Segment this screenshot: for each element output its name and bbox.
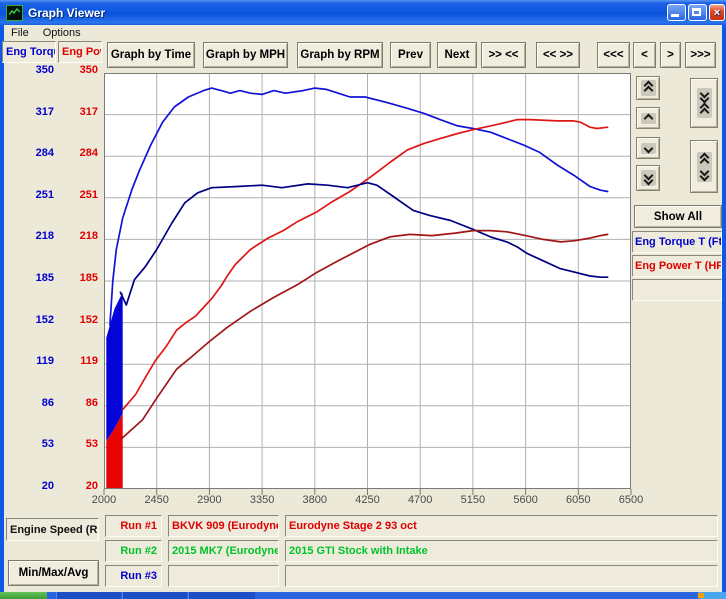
x-axis-title: Engine Speed (RPM — [6, 518, 99, 541]
dyno-chart — [104, 73, 631, 489]
taskbar-task-button[interactable] — [122, 592, 187, 599]
x-axis-tick-label: 5150 — [447, 494, 499, 506]
run-2-description-field[interactable]: 2015 GTI Stock with Intake — [285, 540, 718, 562]
menu-options[interactable]: Options — [36, 27, 88, 39]
y-axis-power-tick-label: 20 — [60, 480, 98, 493]
y-axis-power-tick-label: 251 — [60, 189, 98, 202]
scroll-up-fast-button[interactable] — [636, 76, 660, 100]
y-axis-power-tick-label: 350 — [60, 64, 98, 77]
run-1-description-field[interactable]: Eurodyne Stage 2 93 oct — [285, 515, 718, 537]
y-axis-power-tick-label: 86 — [60, 397, 98, 410]
graph-by-mph-button[interactable]: Graph by MPH — [203, 42, 288, 68]
y-axis-power-tick-label: 185 — [60, 272, 98, 285]
zoom-out-x-button[interactable]: << >> — [536, 42, 580, 68]
scroll-far-right-button[interactable]: >>> — [685, 42, 716, 68]
x-axis-tick-label: 3800 — [289, 494, 341, 506]
minimize-button[interactable] — [667, 4, 686, 21]
run-3-file-field[interactable] — [168, 565, 279, 587]
x-axis-tick-label: 2900 — [183, 494, 235, 506]
maximize-button[interactable] — [688, 4, 707, 21]
y-axis-power-tick-label: 53 — [60, 438, 98, 451]
taskbar-task-button[interactable] — [56, 592, 121, 599]
x-axis-tick-label: 4250 — [342, 494, 394, 506]
y-axis-torque-tick-label: 152 — [12, 314, 54, 327]
y-axis-torque-tick-label: 218 — [12, 230, 54, 243]
next-button[interactable]: Next — [437, 42, 477, 68]
title-bar: Graph Viewer × — [0, 0, 726, 25]
window-border-left — [0, 25, 4, 592]
double-down-chevron-icon — [641, 170, 656, 186]
show-all-button[interactable]: Show All — [634, 205, 722, 228]
collapse-chevrons-icon — [697, 88, 712, 118]
run-2-file-field[interactable]: 2015 MK7 (Eurodyne, E — [168, 540, 279, 562]
up-chevron-icon — [641, 113, 656, 124]
legend-item-torque[interactable]: Eng Torque T (Ft-Lb — [632, 231, 722, 253]
power-axis-header: Eng Powe — [58, 41, 102, 63]
start-button[interactable] — [0, 592, 47, 599]
min-max-avg-button[interactable]: Min/Max/Avg — [8, 560, 99, 586]
x-axis-tick-label: 6500 — [605, 494, 657, 506]
minimize-icon — [671, 14, 679, 17]
graph-by-time-button[interactable]: Graph by Time — [107, 42, 195, 68]
graph-viewer-window: Graph Viewer × File Options Eng Torqu En… — [0, 0, 726, 599]
y-axis-torque-tick-label: 53 — [12, 438, 54, 451]
window-border-right — [722, 25, 726, 592]
x-axis-tick-label: 5600 — [500, 494, 552, 506]
graph-by-rpm-button[interactable]: Graph by RPM — [297, 42, 383, 68]
run-3-description-field[interactable] — [285, 565, 718, 587]
close-icon: × — [710, 5, 724, 20]
y-axis-torque-tick-label: 317 — [12, 106, 54, 119]
run-label-3: Run #3 — [105, 565, 162, 587]
scroll-right-button[interactable]: > — [660, 42, 681, 68]
scroll-up-button[interactable] — [636, 107, 660, 129]
x-axis-tick-label: 2450 — [131, 494, 183, 506]
y-axis-torque-tick-label: 119 — [12, 355, 54, 368]
y-axis-torque-tick-label: 284 — [12, 147, 54, 160]
menu-file[interactable]: File — [4, 27, 36, 39]
scroll-left-button[interactable]: < — [633, 42, 656, 68]
y-axis-power-tick-label: 218 — [60, 230, 98, 243]
y-axis-torque-tick-label: 185 — [12, 272, 54, 285]
close-button[interactable]: × — [709, 4, 725, 21]
run-1-file-field[interactable]: BKVK 909 (Eurodyne, I — [168, 515, 279, 537]
down-chevron-icon — [641, 143, 656, 154]
y-axis-torque-tick-label: 20 — [12, 480, 54, 493]
zoom-in-x-button[interactable]: >> << — [481, 42, 526, 68]
y-axis-power-tick-label: 119 — [60, 355, 98, 368]
run-label-2: Run #2 — [105, 540, 162, 562]
run-label-1: Run #1 — [105, 515, 162, 537]
x-axis-tick-label: 4700 — [394, 494, 446, 506]
expand-chevrons-icon — [697, 152, 712, 182]
prev-button[interactable]: Prev — [390, 42, 431, 68]
torque-axis-header: Eng Torqu — [2, 41, 56, 63]
tray-notification-icon — [698, 593, 704, 598]
y-axis-torque-tick-label: 350 — [12, 64, 54, 77]
y-axis-torque-tick-label: 86 — [12, 397, 54, 410]
x-axis-tick-label: 6050 — [552, 494, 604, 506]
x-axis-tick-label: 3350 — [236, 494, 288, 506]
double-up-chevron-icon — [641, 80, 656, 96]
menu-bar: File Options — [4, 25, 722, 41]
app-icon — [6, 5, 23, 21]
y-axis-power-tick-label: 284 — [60, 147, 98, 160]
window-title: Graph Viewer — [28, 6, 105, 20]
collapse-y-range-button[interactable] — [690, 78, 718, 128]
expand-y-range-button[interactable] — [690, 140, 718, 193]
taskbar[interactable] — [0, 592, 726, 599]
x-axis-tick-label: 2000 — [78, 494, 130, 506]
legend-item-power[interactable]: Eng Power T (HP) — [632, 255, 722, 277]
maximize-icon — [692, 8, 701, 16]
y-axis-power-tick-label: 152 — [60, 314, 98, 327]
scroll-down-button[interactable] — [636, 137, 660, 159]
scroll-far-left-button[interactable]: <<< — [597, 42, 630, 68]
y-axis-power-tick-label: 317 — [60, 106, 98, 119]
y-axis-torque-tick-label: 251 — [12, 189, 54, 202]
legend-empty-box — [632, 279, 722, 301]
scroll-down-fast-button[interactable] — [636, 165, 660, 191]
taskbar-task-button[interactable] — [188, 592, 255, 599]
